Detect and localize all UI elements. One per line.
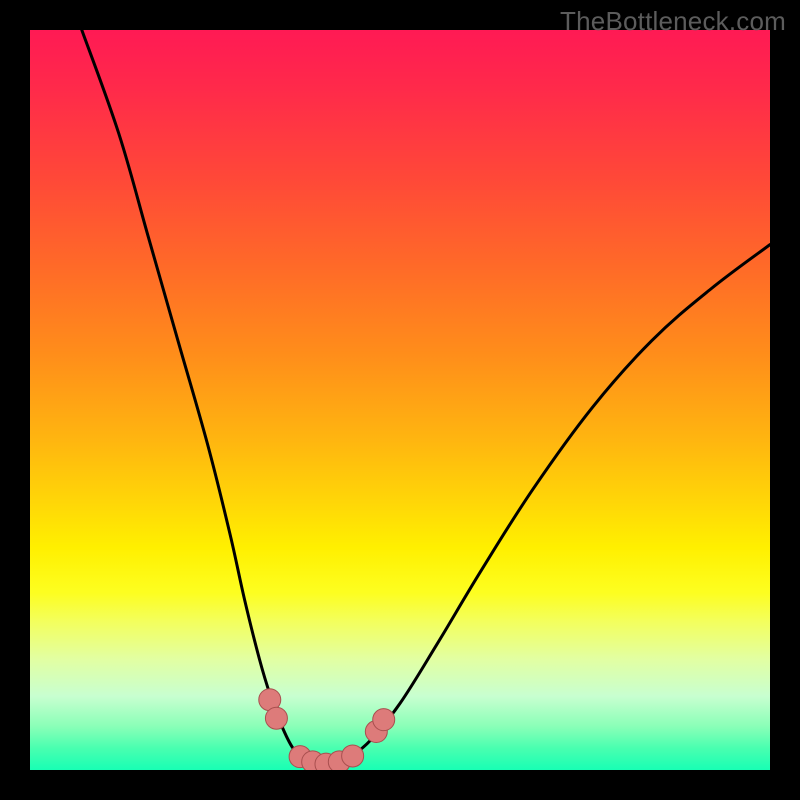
chart-frame: TheBottleneck.com xyxy=(0,0,800,800)
curve-marker xyxy=(373,709,395,731)
bottleneck-curve xyxy=(30,30,770,770)
curve-marker xyxy=(342,745,364,767)
curve-marker xyxy=(265,707,287,729)
curve-path xyxy=(82,30,770,766)
watermark-text: TheBottleneck.com xyxy=(560,6,786,37)
plot-area xyxy=(30,30,770,770)
